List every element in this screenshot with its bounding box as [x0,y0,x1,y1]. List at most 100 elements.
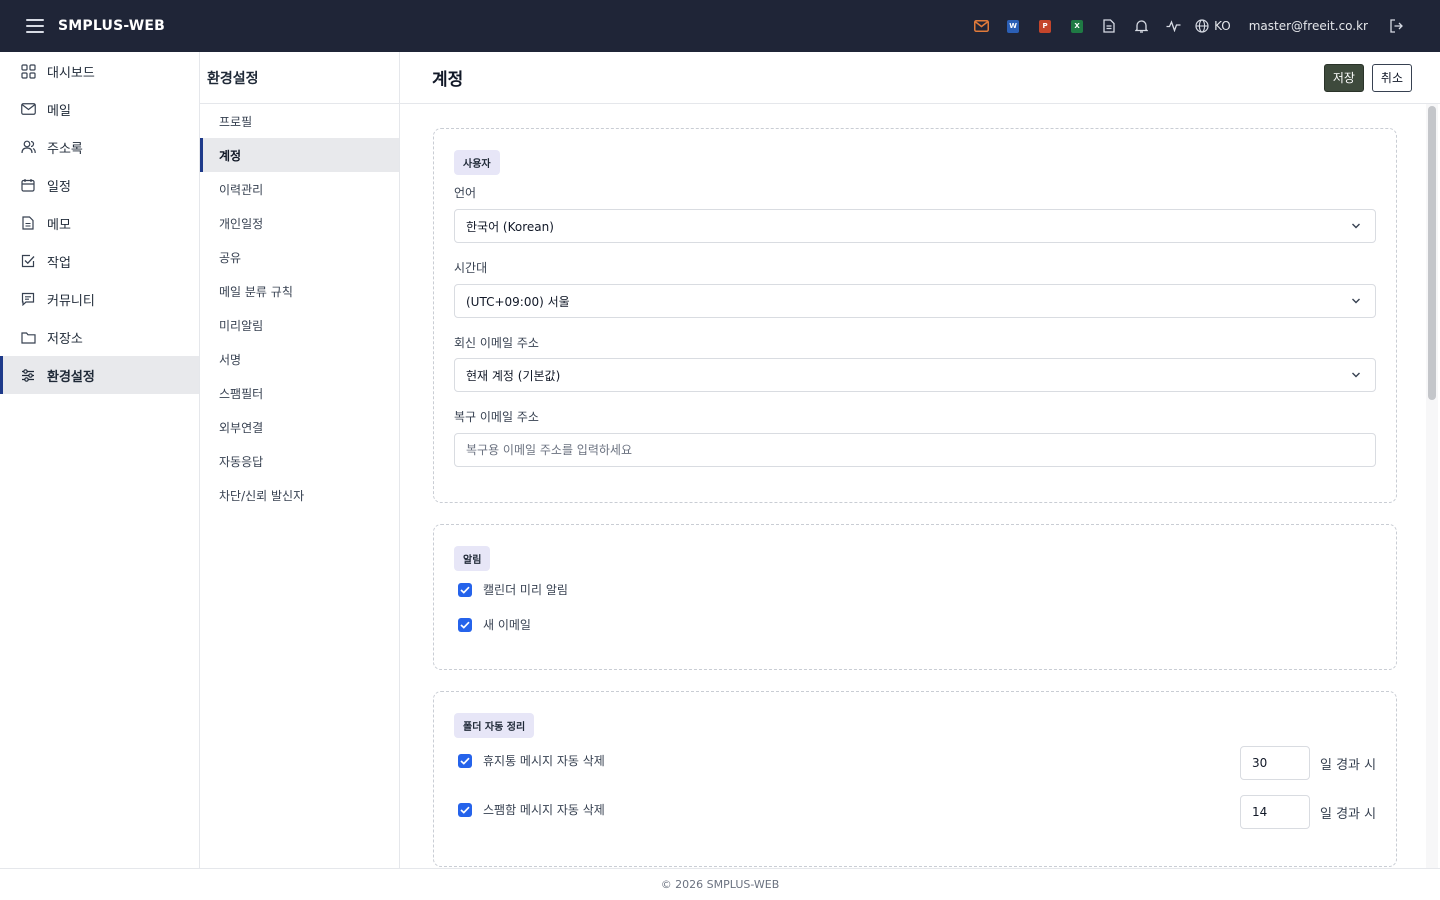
submenu-item-mail-rules[interactable]: 메일 분류 규칙 [200,274,399,308]
chevron-down-icon [1352,298,1360,304]
sidebar-item-storage[interactable]: 저장소 [0,318,199,356]
calendar-icon [20,177,36,193]
reply-email-select-value: 현재 계정 (기본값) [466,368,561,383]
submenu-item-auto-reply[interactable]: 자동응답 [200,444,399,478]
settings-submenu: 환경설정 프로필 계정 이력관리 개인일정 공유 메일 분류 규칙 미리알림 서… [200,52,400,868]
checkbox-checked[interactable] [458,617,472,632]
settings-scroll-area: 사용자 언어 한국어 (Korean) 시간대 (UTC+09:00) 서울 회… [400,104,1440,868]
copyright-text: © 2026 SMPLUS-WEB [660,878,780,891]
sidebar: 대시보드 메일 주소록 일정 메모 작업 커뮤니티 저장소 환경설정 [0,52,200,868]
sidebar-item-label: 주소록 [47,141,83,157]
word-badge: W [1007,19,1020,33]
header-actions: 저장 취소 [1323,63,1412,92]
footer: © 2026 SMPLUS-WEB [0,868,1440,900]
activity-icon[interactable] [1157,10,1189,42]
trash-days-unit: 일 경과 시 [1320,758,1377,773]
timezone-select[interactable]: (UTC+09:00) 서울 [454,284,1376,318]
word-icon[interactable]: W [997,10,1029,42]
reply-email-label: 회신 이메일 주소 [454,336,539,350]
notification-settings-card: 알림 캘린더 미리 알림 새 이메일 [433,524,1397,670]
document-icon[interactable] [1093,10,1125,42]
submenu-item-blocked-trusted-senders[interactable]: 차단/신뢰 발신자 [200,478,399,512]
submenu-item-reminders[interactable]: 미리알림 [200,308,399,342]
sliders-icon [20,367,36,383]
submenu-item-external-links[interactable]: 외부연결 [200,410,399,444]
checkbox-checked[interactable] [458,753,472,768]
timezone-label: 시간대 [454,261,488,275]
sidebar-item-label: 환경설정 [47,369,95,385]
language-switch[interactable]: KO [1195,19,1231,33]
scrollbar-thumb[interactable] [1428,106,1436,400]
grid-icon [20,63,36,79]
checkbox-label: 캘린더 미리 알림 [483,583,568,597]
submenu-title: 환경설정 [200,52,399,104]
user-settings-card: 사용자 언어 한국어 (Korean) 시간대 (UTC+09:00) 서울 회… [433,128,1397,503]
powerpoint-badge: P [1039,19,1052,33]
checkbox-label: 휴지통 메시지 자동 삭제 [483,754,605,768]
app-brand[interactable]: SMPLUS-WEB [58,18,165,34]
submenu-item-sharing[interactable]: 공유 [200,240,399,274]
new-email-checkbox[interactable]: 새 이메일 [458,616,531,633]
powerpoint-icon[interactable]: P [1029,10,1061,42]
sidebar-item-label: 일정 [47,179,71,195]
sidebar-item-dashboard[interactable]: 대시보드 [0,52,199,90]
users-icon [20,139,36,155]
language-select[interactable]: 한국어 (Korean) [454,209,1376,243]
submenu-item-signature[interactable]: 서명 [200,342,399,376]
recovery-email-input[interactable] [454,433,1376,467]
sidebar-item-label: 메일 [47,103,71,119]
folder-icon [20,329,36,345]
chevron-down-icon [1352,372,1360,378]
checkbox-label: 새 이메일 [483,618,531,632]
checkbox-label: 스팸함 메시지 자동 삭제 [483,803,605,817]
trash-auto-delete-checkbox[interactable]: 휴지통 메시지 자동 삭제 [458,752,605,769]
main-header: 계정 저장 취소 [400,52,1440,104]
mail-icon [20,101,36,117]
sidebar-item-mail[interactable]: 메일 [0,90,199,128]
submenu-item-history[interactable]: 이력관리 [200,172,399,206]
recovery-email-label: 복구 이메일 주소 [454,410,539,424]
sidebar-item-tasks[interactable]: 작업 [0,242,199,280]
submenu-list: 프로필 계정 이력관리 개인일정 공유 메일 분류 규칙 미리알림 서명 스팸필… [200,104,399,512]
spam-auto-delete-checkbox[interactable]: 스팸함 메시지 자동 삭제 [458,801,605,818]
sidebar-item-label: 저장소 [47,331,83,347]
sidebar-item-label: 커뮤니티 [47,293,95,309]
sidebar-item-label: 대시보드 [47,65,95,81]
spam-days-input[interactable] [1240,795,1310,829]
submenu-item-personal-schedule[interactable]: 개인일정 [200,206,399,240]
language-select-value: 한국어 (Korean) [466,219,554,234]
menu-icon[interactable] [26,19,44,33]
folder-cleanup-card: 폴더 자동 정리 휴지통 메시지 자동 삭제 일 경과 시 스팸함 메시지 자동… [433,691,1397,867]
user-section-badge: 사용자 [454,150,500,175]
main-content: 계정 저장 취소 사용자 언어 한국어 (Korean) 시간대 (UTC+09… [400,52,1440,868]
sidebar-item-community[interactable]: 커뮤니티 [0,280,199,318]
trash-days-input[interactable] [1240,746,1310,780]
logout-icon[interactable] [1380,10,1412,42]
reply-email-select[interactable]: 현재 계정 (기본값) [454,358,1376,392]
sidebar-item-contacts[interactable]: 주소록 [0,128,199,166]
note-icon [20,215,36,231]
user-email[interactable]: master@freeit.co.kr [1249,19,1368,33]
top-bar-actions: W P X KO master@freeit.co.kr [965,0,1440,52]
sidebar-item-settings[interactable]: 환경설정 [0,356,199,394]
mail-icon[interactable] [965,10,997,42]
globe-icon [1195,19,1209,33]
sidebar-item-calendar[interactable]: 일정 [0,166,199,204]
chat-icon [20,291,36,307]
excel-icon[interactable]: X [1061,10,1093,42]
submenu-item-account[interactable]: 계정 [200,138,399,172]
chevron-down-icon [1352,223,1360,229]
checkbox-checked[interactable] [458,802,472,817]
check-square-icon [20,253,36,269]
folder-cleanup-section-badge: 폴더 자동 정리 [454,713,535,738]
save-button[interactable]: 저장 [1323,63,1364,92]
bell-icon[interactable] [1125,10,1157,42]
calendar-reminder-checkbox[interactable]: 캘린더 미리 알림 [458,581,568,598]
language-label: 언어 [454,186,477,200]
spam-days-unit: 일 경과 시 [1320,807,1377,822]
submenu-item-profile[interactable]: 프로필 [200,104,399,138]
sidebar-item-memo[interactable]: 메모 [0,204,199,242]
submenu-item-spam-filter[interactable]: 스팸필터 [200,376,399,410]
cancel-button[interactable]: 취소 [1371,63,1412,92]
checkbox-checked[interactable] [458,582,472,597]
